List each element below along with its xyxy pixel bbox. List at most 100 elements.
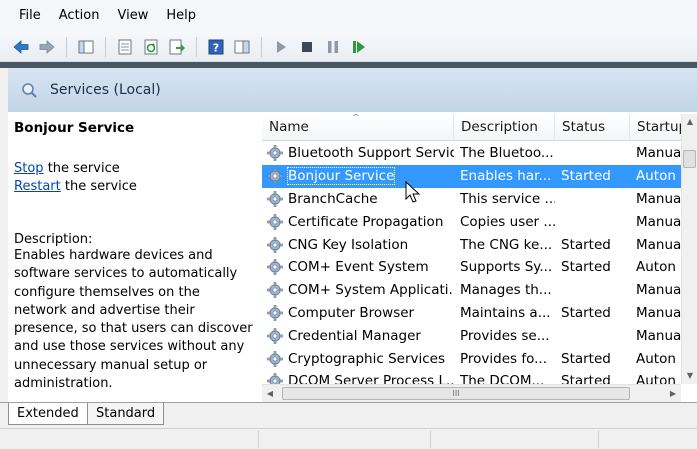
action-pane-icon: [234, 40, 250, 53]
services-list: ^ Name Description Status Startup Blueto…: [262, 114, 697, 384]
status-divider: [430, 431, 431, 448]
export-icon: [169, 39, 185, 54]
vertical-scroll-thumb[interactable]: [683, 150, 696, 168]
service-gear-icon: [267, 327, 283, 344]
horizontal-scrollbar[interactable]: ◀ III ▶: [262, 384, 681, 402]
menu-action[interactable]: Action: [50, 0, 109, 32]
toolbar-separator: [105, 36, 106, 57]
search-gear-icon: [22, 83, 37, 98]
column-name-label: Name: [269, 119, 309, 135]
service-gear-icon: [267, 350, 283, 367]
service-name: Bonjour Service: [286, 167, 396, 186]
refresh-button[interactable]: [140, 36, 162, 58]
service-name-cell: Cryptographic Services: [262, 350, 454, 368]
stop-suffix: the service: [43, 161, 120, 176]
horizontal-scroll-thumb[interactable]: III: [282, 387, 630, 400]
scroll-down-icon[interactable]: ▼: [682, 368, 697, 384]
service-actions: Stop the service Restart the service: [14, 160, 254, 196]
column-header-startup[interactable]: Startup: [630, 114, 682, 141]
table-row[interactable]: COM+ System Applicati... Manages th... Man…: [262, 279, 682, 302]
column-header-status[interactable]: Status: [555, 114, 630, 141]
status-bar: [0, 428, 697, 449]
service-description-cell: Provides se...: [460, 327, 550, 344]
help-icon: ?: [208, 39, 224, 54]
service-status-cell: Started: [561, 304, 611, 321]
export-list-button[interactable]: [166, 36, 188, 58]
tab-extended[interactable]: Extended: [8, 403, 88, 425]
restart-suffix: the service: [60, 179, 137, 194]
service-gear-icon: [267, 373, 283, 384]
sort-ascending-icon: ^: [352, 114, 360, 123]
toolbar-separator: [196, 36, 197, 57]
vertical-scrollbar[interactable]: ▲ ▼: [681, 114, 697, 384]
service-startup-cell: Manua: [636, 236, 682, 253]
service-startup-cell: Manua: [636, 145, 682, 162]
scroll-up-icon[interactable]: ▲: [682, 114, 697, 130]
service-gear-icon: [267, 213, 283, 230]
scroll-right-icon[interactable]: ▶: [665, 385, 681, 402]
service-name: DCOM Server Process L...: [288, 373, 454, 384]
service-description-cell: Copies user ...: [460, 213, 555, 230]
restart-service-button[interactable]: [348, 36, 370, 58]
service-description-cell: Provides fo...: [460, 350, 548, 367]
service-name: CNG Key Isolation: [288, 236, 409, 253]
table-row[interactable]: BranchCache This service ... Manua: [262, 188, 682, 211]
refresh-icon: [144, 39, 158, 54]
column-header-name[interactable]: ^ Name: [262, 114, 454, 141]
service-name-cell: Bonjour Service: [262, 167, 454, 186]
service-startup-cell: Manua: [636, 213, 682, 230]
pause-icon: [328, 40, 338, 53]
pause-service-button[interactable]: [322, 36, 344, 58]
stop-icon: [302, 41, 312, 52]
description-label: Description:: [14, 232, 93, 247]
menu-file[interactable]: File: [10, 0, 50, 32]
forward-button[interactable]: [36, 36, 58, 58]
show-hide-tree-button[interactable]: [75, 36, 97, 58]
table-row[interactable]: CNG Key Isolation The CNG ke... Started Man…: [262, 233, 682, 256]
service-name: Credential Manager: [288, 327, 421, 344]
service-gear-icon: [267, 282, 283, 298]
table-row[interactable]: Credential Manager Provides se... Manua: [262, 324, 682, 347]
service-name: Cryptographic Services: [288, 350, 445, 367]
start-service-button[interactable]: [270, 36, 292, 58]
back-button[interactable]: [10, 36, 32, 58]
table-body: Bluetooth Support Service The Bluetoo... M…: [262, 142, 682, 384]
table-row[interactable]: Bonjour Service Enables har... Started Auto…: [262, 164, 682, 188]
table-row[interactable]: Computer Browser Maintains a... Started Man…: [262, 302, 682, 325]
service-name-cell: BranchCache: [262, 190, 454, 208]
stop-service-button[interactable]: [296, 36, 318, 58]
menu-view[interactable]: View: [108, 0, 157, 32]
service-name-cell: Computer Browser: [262, 304, 454, 322]
stop-service-link[interactable]: Stop: [14, 161, 44, 176]
table-row[interactable]: Cryptographic Services Provides fo... Star…: [262, 347, 682, 370]
service-status-cell: Started: [561, 373, 611, 384]
table-row[interactable]: Bluetooth Support Service The Bluetoo... M…: [262, 142, 682, 165]
service-description-cell: Maintains a...: [460, 304, 551, 321]
scroll-left-icon[interactable]: ◀: [262, 385, 278, 402]
table-row[interactable]: Certificate Propagation Copies user ... Ma…: [262, 210, 682, 233]
help-button[interactable]: ?: [205, 36, 227, 58]
table-header: ^ Name Description Status Startup: [262, 114, 682, 141]
service-name-cell: COM+ System Applicati...: [262, 281, 454, 299]
service-name: Certificate Propagation: [288, 213, 444, 230]
menu-help[interactable]: Help: [157, 0, 205, 32]
restart-service-link[interactable]: Restart: [14, 179, 61, 194]
service-name: BranchCache: [288, 190, 378, 207]
column-header-description[interactable]: Description: [454, 114, 555, 141]
properties-button[interactable]: [114, 36, 136, 58]
status-divider: [598, 431, 599, 448]
table-row[interactable]: COM+ Event System Supports Sy... Started Au…: [262, 256, 682, 279]
service-startup-cell: Manua: [636, 304, 682, 321]
service-name-cell: COM+ Event System: [262, 258, 454, 276]
show-action-pane-button[interactable]: [231, 36, 253, 58]
toolbar-separator: [261, 36, 262, 57]
service-startup-cell: Manua: [636, 327, 682, 344]
service-startup-cell: Manua: [636, 190, 682, 207]
mouse-cursor-icon: [405, 181, 421, 203]
service-startup-cell: Auton: [636, 373, 676, 384]
selected-service-name: Bonjour Service: [14, 120, 135, 136]
service-description-cell: Supports Sy...: [460, 259, 553, 276]
service-name-cell: CNG Key Isolation: [262, 236, 454, 254]
table-row[interactable]: DCOM Server Process L... The DCOM... Start…: [262, 370, 682, 384]
tab-standard[interactable]: Standard: [88, 403, 164, 425]
